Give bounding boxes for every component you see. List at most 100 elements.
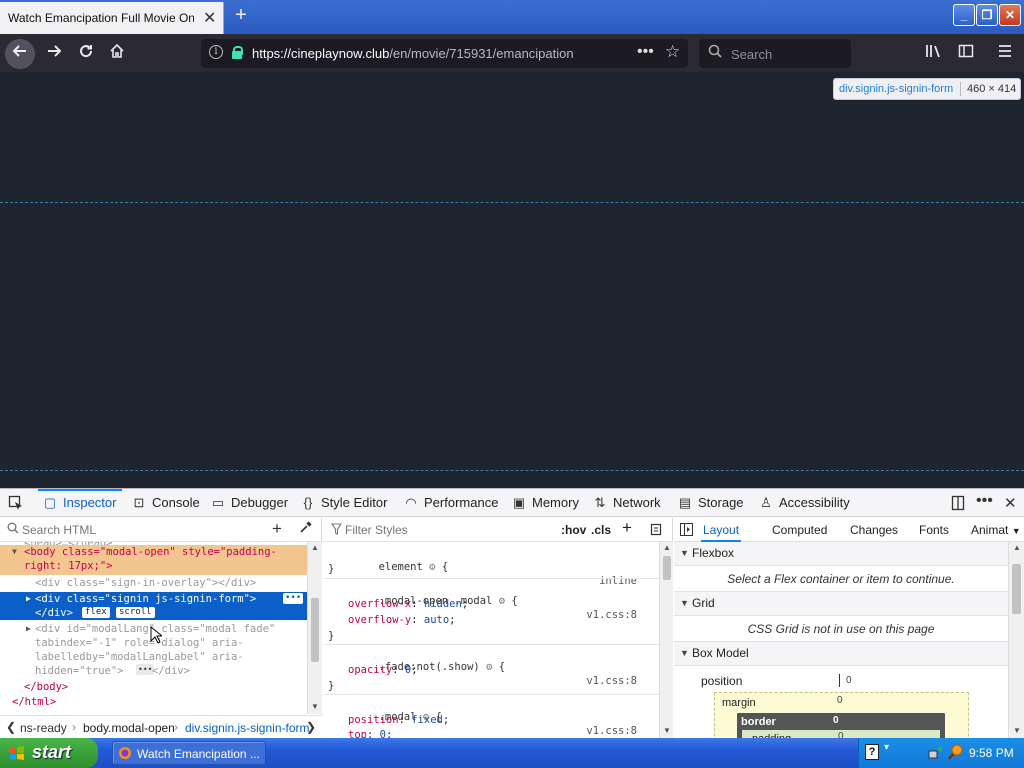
add-node-button[interactable]: + (272, 519, 282, 539)
url-text[interactable]: https://cineplaynow.club/en/movie/715931… (252, 46, 574, 61)
hov-button[interactable]: :hov (561, 523, 586, 537)
bm-border-value[interactable]: 0 (833, 715, 839, 726)
tab-changes[interactable]: Changes (850, 518, 898, 542)
rule-source[interactable]: v1.css:8 (586, 608, 637, 622)
new-tab-button[interactable]: + (230, 4, 252, 27)
cls-button[interactable]: .cls (591, 523, 611, 537)
help-icon[interactable]: ? (865, 744, 879, 760)
sidebar-button[interactable] (954, 42, 978, 66)
collapse-arrow-icon[interactable]: ▼ (12, 545, 17, 559)
print-simulation-icon[interactable] (650, 523, 662, 539)
tab-performance[interactable]: ◠ Performance (403, 489, 498, 517)
expand-arrow-icon[interactable]: ▶ (26, 622, 31, 636)
markup-scroll-thumb[interactable] (311, 598, 319, 662)
tray-collapse-icon[interactable]: ▾ (884, 742, 889, 753)
markup-line-body[interactable]: ▼ <body class="modal-open" style="paddin… (0, 545, 307, 575)
scroll-down-icon[interactable]: ▼ (1013, 726, 1021, 735)
rule-source[interactable]: v1.css:8 (586, 674, 637, 688)
scroll-up-icon[interactable]: ▲ (311, 543, 319, 552)
html-search-box[interactable]: Search HTML + (0, 518, 322, 542)
scroll-up-icon[interactable]: ▲ (1013, 543, 1021, 552)
breadcrumb-item[interactable]: body.modal-open (83, 721, 175, 735)
tab-inspector[interactable]: ▢ Inspector (37, 489, 124, 517)
breadcrumb-left-icon[interactable]: ❮ (6, 720, 16, 734)
rule-element-header[interactable]: element ⚙ { inline (328, 546, 658, 587)
element-picker-icon[interactable] (8, 495, 24, 514)
browser-tab[interactable]: Watch Emancipation Full Movie Online F ✕ (0, 2, 224, 34)
restore-button[interactable]: ❐ (976, 4, 998, 26)
markup-tree: <head>…</head> ▼ <body class="modal-open… (0, 542, 307, 714)
dock-mode-icon[interactable] (950, 495, 966, 514)
library-button[interactable] (922, 42, 946, 66)
bm-margin-value[interactable]: 0 (837, 695, 843, 706)
home-button[interactable] (105, 42, 129, 66)
breadcrumb-item-current[interactable]: div.signin.js-signin-form (185, 721, 309, 735)
markup-line-overlay[interactable]: <div class="sign-in-overlay"></div> (35, 576, 307, 591)
tab-computed[interactable]: Computed (772, 518, 827, 542)
declaration-opacity[interactable]: opacity: 0; (348, 663, 418, 679)
url-bar[interactable]: i https://cineplaynow.club/en/movie/7159… (201, 39, 688, 68)
rules-scroll-thumb[interactable] (663, 556, 671, 580)
expand-arrow-icon[interactable]: ▶ (26, 592, 31, 606)
start-button[interactable]: start (0, 738, 98, 768)
close-tab-icon[interactable]: ✕ (203, 8, 216, 28)
tab-style-editor[interactable]: {} Style Editor (300, 489, 388, 517)
tab-fonts[interactable]: Fonts (919, 518, 949, 542)
back-button[interactable] (5, 39, 35, 69)
tab-accessibility[interactable]: ♙ Accessibility (758, 489, 850, 517)
signin-close-tag: </div> (35, 607, 73, 619)
search-bar[interactable]: Search (699, 39, 851, 68)
network-tray-icon[interactable] (927, 743, 945, 764)
search-tray-icon[interactable] (947, 743, 965, 764)
filter-styles-box[interactable]: Filter Styles :hov .cls + (323, 518, 673, 542)
grid-section-header[interactable]: ▼ Grid (674, 592, 1008, 616)
page-actions-icon[interactable]: ••• (637, 43, 654, 61)
layout-scroll-thumb[interactable] (1012, 564, 1021, 614)
devtools-panel: ▢ Inspector ⊡ Console ▭ Debugger {} Style Ed… (0, 488, 1024, 739)
close-devtools-icon[interactable]: ✕ (1004, 494, 1017, 512)
scroll-down-icon[interactable]: ▼ (663, 726, 671, 735)
toggle-sidebar-icon[interactable] (680, 523, 693, 539)
flexbox-section-header[interactable]: ▼ Flexbox (674, 542, 1008, 566)
tab-memory[interactable]: ▣ Memory (511, 489, 579, 517)
tab-network[interactable]: ⇅ Network (592, 489, 661, 517)
tab-animations[interactable]: Animat ▼ (971, 518, 1021, 542)
reload-button[interactable] (74, 42, 98, 66)
highlighter-guide-top (0, 202, 1024, 203)
taskbar-item-browser[interactable]: Watch Emancipation ... (112, 741, 266, 765)
rule-source[interactable]: v1.css:8 (586, 724, 637, 738)
rules-scrollbar[interactable]: ▲ ▼ (659, 542, 673, 739)
tab-storage[interactable]: ▤ Storage (677, 489, 744, 517)
box-model-section-header[interactable]: ▼ Box Model (674, 642, 1008, 666)
bm-position-value[interactable]: 0 (846, 675, 852, 686)
breadcrumb-item[interactable]: ns-ready (20, 721, 67, 735)
site-info-icon[interactable]: i (209, 45, 223, 59)
sidebar-tabs: Layout Computed Changes Fonts Animat ▼ (674, 518, 1024, 542)
minimize-button[interactable]: _ (953, 4, 975, 26)
tab-console[interactable]: ⊡ Console (131, 489, 200, 517)
scroll-up-icon[interactable]: ▲ (663, 543, 671, 552)
eyedropper-icon[interactable] (299, 520, 313, 537)
declaration-position[interactable]: position: fixed; (348, 713, 449, 729)
ellipsis-badge[interactable]: ••• (283, 593, 304, 604)
rule-fade-header[interactable]: .fade:not(.show) ⚙ { v1.css:8 (328, 646, 658, 687)
add-rule-button[interactable]: + (622, 518, 632, 538)
forward-button[interactable] (42, 42, 66, 66)
markup-scrollbar[interactable]: ▲ ▼ (307, 542, 322, 714)
close-window-button[interactable]: ✕ (999, 4, 1021, 26)
rule-separator (323, 644, 659, 645)
devtools-options-icon[interactable]: ••• (976, 492, 993, 510)
bookmark-star-icon[interactable]: ☆ (665, 42, 680, 62)
rule-modal-header[interactable]: .modal ⚙ { v1.css:8 (328, 696, 658, 737)
markup-line-body-close[interactable]: </body> (24, 680, 307, 695)
tab-layout[interactable]: Layout (701, 518, 742, 542)
breadcrumb-right-icon[interactable]: ❯ (306, 720, 316, 734)
declaration-overflow-y[interactable]: overflow-y: auto; (348, 613, 456, 629)
scroll-down-icon[interactable]: ▼ (311, 702, 319, 711)
menu-button[interactable] (993, 42, 1017, 66)
markup-line-html-close[interactable]: </html> (12, 695, 307, 710)
layout-scrollbar[interactable]: ▲ ▼ (1008, 542, 1024, 739)
rule-modal-open-header[interactable]: .modal-open .modal ⚙ { v1.css:8 (328, 580, 658, 621)
declaration-overflow-x[interactable]: overflow-x: hidden; (348, 597, 468, 613)
tab-debugger[interactable]: ▭ Debugger (210, 489, 288, 517)
